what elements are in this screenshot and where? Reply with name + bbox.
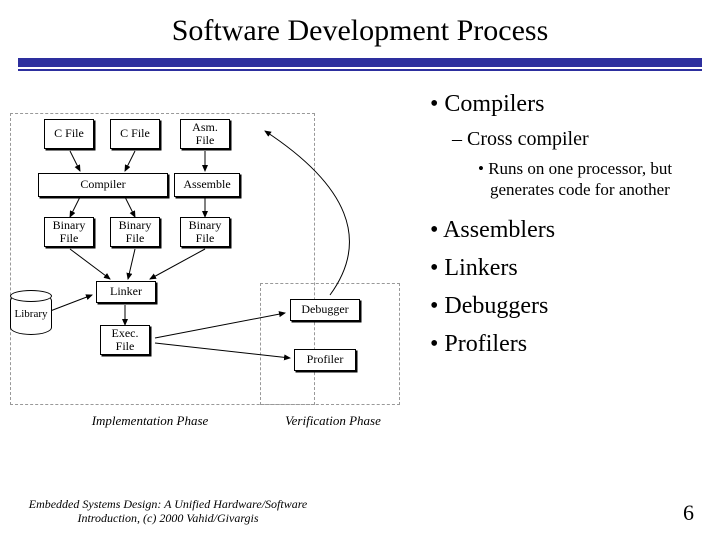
footer-citation: Embedded Systems Design: A Unified Hardw… <box>18 498 318 526</box>
bullet-linkers: Linkers <box>430 253 700 283</box>
box-profiler: Profiler <box>294 349 356 371</box>
box-compiler: Compiler <box>38 173 168 197</box>
title-rule <box>0 58 720 71</box>
bullet-list: Compilers Cross compiler Runs on one pro… <box>430 89 700 367</box>
cylinder-library: Library <box>10 293 52 335</box>
box-assembler: Assemble <box>174 173 240 197</box>
bullet-profilers: Profilers <box>430 329 700 359</box>
bullet-debuggers: Debuggers <box>430 291 700 321</box>
page-number: 6 <box>683 500 694 526</box>
box-exec-file: Exec. File <box>100 325 150 355</box>
box-binary-2: Binary File <box>110 217 160 247</box>
label-implementation-phase: Implementation Phase <box>60 413 240 429</box>
box-linker: Linker <box>96 281 156 303</box>
box-cfile-1: C File <box>44 119 94 149</box>
bullet-assemblers: Assemblers <box>430 215 700 245</box>
box-cfile-2: C File <box>110 119 160 149</box>
bullet-cross-detail: Runs on one processor, but generates cod… <box>478 158 700 201</box>
flow-diagram: C File C File Asm. File Compiler Assembl… <box>10 113 420 473</box>
box-debugger: Debugger <box>290 299 360 321</box>
box-binary-1: Binary File <box>44 217 94 247</box>
box-binary-3: Binary File <box>180 217 230 247</box>
label-verification-phase: Verification Phase <box>268 413 398 429</box>
bullet-cross-compiler: Cross compiler <box>452 127 700 152</box>
bullet-compilers: Compilers <box>430 89 700 119</box>
page-title: Software Development Process <box>0 0 720 58</box>
box-asm-file: Asm. File <box>180 119 230 149</box>
